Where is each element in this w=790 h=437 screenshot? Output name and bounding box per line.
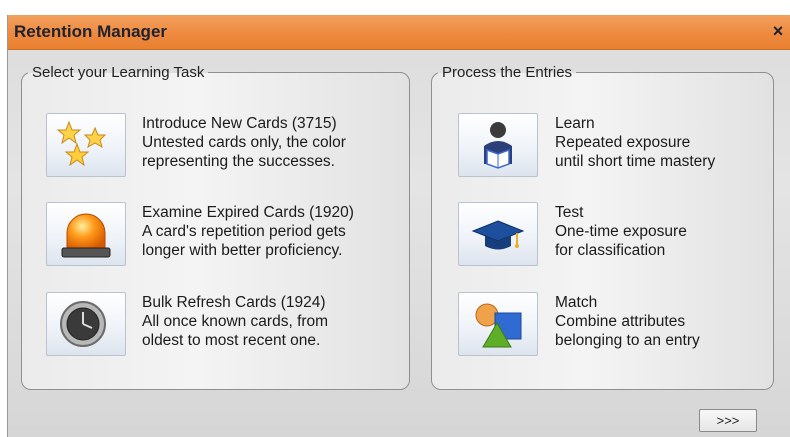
task-description-line: longer with better proficiency. <box>142 242 343 259</box>
mode-title: Test <box>555 204 584 221</box>
mode-description-line: belonging to an entry <box>555 332 700 349</box>
test-mode[interactable]: Test One-time exposure for classificatio… <box>458 202 763 268</box>
process-entries-legend: Process the Entries <box>442 64 573 81</box>
task-title: Examine Expired Cards (1920) <box>142 204 354 221</box>
task-description-line: representing the successes. <box>142 153 335 170</box>
examine-expired-cards-task[interactable]: Examine Expired Cards (1920) A card's re… <box>46 202 401 268</box>
window-title: Retention Manager <box>14 22 168 41</box>
mode-description-line: Repeated exposure <box>555 134 691 151</box>
next-button[interactable]: >>> <box>699 409 757 432</box>
mode-title: Match <box>555 294 598 311</box>
reader-icon <box>458 113 538 177</box>
mode-description-line: Combine attributes <box>555 313 686 330</box>
learning-task-legend: Select your Learning Task <box>32 64 205 81</box>
shapes-icon <box>458 292 538 356</box>
task-description-line: A card's repetition period gets <box>142 223 346 240</box>
learn-mode[interactable]: Learn Repeated exposure until short time… <box>458 113 763 179</box>
match-mode[interactable]: Match Combine attributes belonging to an… <box>458 292 763 358</box>
title-bar: Retention Manager × <box>8 15 790 50</box>
task-title: Bulk Refresh Cards (1924) <box>142 294 326 311</box>
mode-description-line: One-time exposure <box>555 223 687 240</box>
graduation-cap-icon <box>458 202 538 266</box>
introduce-new-cards-task[interactable]: Introduce New Cards (3715) Untested card… <box>46 113 401 179</box>
task-description-line: All once known cards, from <box>142 313 329 330</box>
task-description-line: oldest to most recent one. <box>142 332 321 349</box>
mode-description-line: for classification <box>555 242 666 259</box>
mode-title: Learn <box>555 115 595 132</box>
task-description-line: Untested cards only, the color <box>142 134 346 151</box>
task-title: Introduce New Cards (3715) <box>142 115 337 132</box>
clock-icon <box>46 292 126 356</box>
bulk-refresh-cards-task[interactable]: Bulk Refresh Cards (1924) All once known… <box>46 292 401 358</box>
stars-icon <box>46 113 126 177</box>
alarm-light-icon <box>46 202 126 266</box>
close-button[interactable]: × <box>769 21 787 41</box>
mode-description-line: until short time mastery <box>555 153 716 170</box>
